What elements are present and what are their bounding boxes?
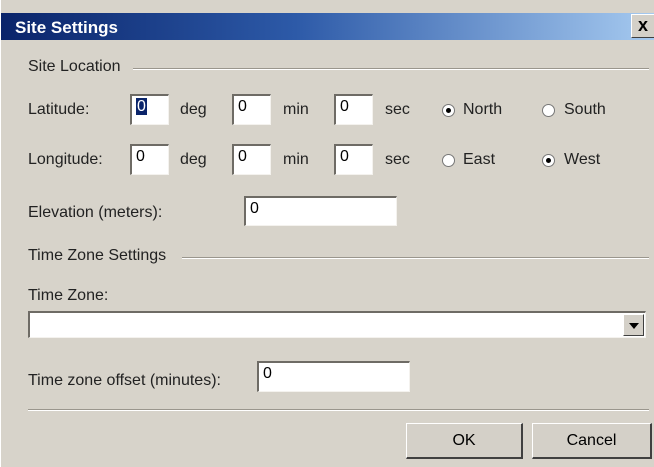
window-title: Site Settings <box>15 18 118 37</box>
offset-label: Time zone offset (minutes): <box>28 372 221 389</box>
longitude-deg-input[interactable]: 0 <box>130 144 169 175</box>
latitude-min-input[interactable]: 0 <box>232 94 271 125</box>
chevron-down-icon[interactable] <box>623 314 644 336</box>
latitude-label: Latitude: <box>28 101 90 118</box>
longitude-min-unit: min <box>283 151 309 168</box>
time-zone-section-label: Time Zone Settings <box>28 247 167 264</box>
title-bar[interactable]: Site Settings x <box>1 13 654 40</box>
east-label[interactable]: East <box>463 151 495 169</box>
time-zone-divider <box>182 257 649 259</box>
site-location-divider <box>133 68 649 70</box>
longitude-sec-input[interactable]: 0 <box>334 144 373 175</box>
ok-button[interactable]: OK <box>406 423 523 459</box>
west-label[interactable]: West <box>564 151 600 169</box>
longitude-sec-unit: sec <box>385 151 410 168</box>
longitude-min-input[interactable]: 0 <box>232 144 271 175</box>
elevation-label: Elevation (meters): <box>28 204 163 221</box>
bottom-divider <box>28 409 649 411</box>
latitude-deg-input[interactable]: 0 <box>130 94 169 125</box>
latitude-deg-unit: deg <box>180 101 207 118</box>
site-settings-dialog: Site Settings x Site Location Latitude: … <box>0 0 654 467</box>
longitude-deg-unit: deg <box>180 151 207 168</box>
south-label[interactable]: South <box>564 101 606 119</box>
west-radio[interactable] <box>542 154 555 167</box>
longitude-label: Longitude: <box>28 151 103 168</box>
elevation-input[interactable]: 0 <box>244 196 397 226</box>
north-radio[interactable] <box>442 104 455 117</box>
latitude-sec-unit: sec <box>385 101 410 118</box>
latitude-deg-value: 0 <box>136 98 147 115</box>
time-zone-select[interactable] <box>28 311 646 338</box>
latitude-sec-input[interactable]: 0 <box>334 94 373 125</box>
north-label[interactable]: North <box>463 101 502 119</box>
time-zone-label: Time Zone: <box>28 287 109 304</box>
close-button[interactable]: x <box>631 14 654 38</box>
offset-input[interactable]: 0 <box>257 361 410 392</box>
latitude-min-unit: min <box>283 101 309 118</box>
east-radio[interactable] <box>442 154 455 167</box>
site-location-section-label: Site Location <box>28 58 121 75</box>
cancel-button[interactable]: Cancel <box>532 423 652 459</box>
south-radio[interactable] <box>542 104 555 117</box>
